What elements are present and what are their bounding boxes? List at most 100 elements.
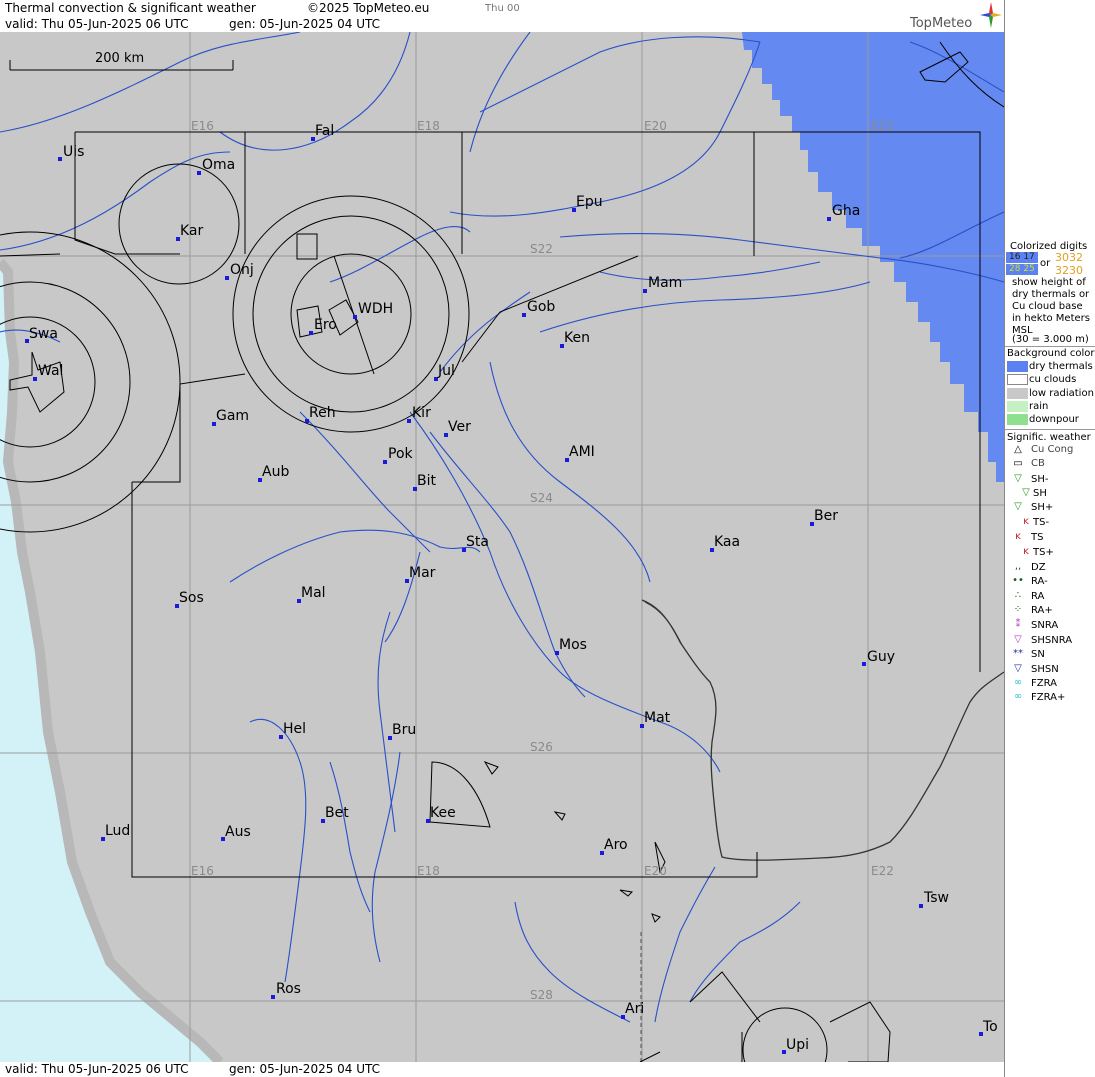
shower-icon: ▽: [1022, 487, 1030, 498]
legend-wx-ra-heavy: RA+: [1031, 605, 1053, 616]
legend-wx-ra-light: RA-: [1031, 576, 1048, 587]
dry-sample-b: 28 25: [1006, 264, 1038, 275]
legend-desc-2: dry thermals or: [1012, 289, 1090, 300]
thunderstorm-icon: ĸ: [1015, 531, 1021, 542]
legend-weather-title: Signific. weather: [1007, 432, 1091, 443]
legend-wx-snra: SNRA: [1031, 620, 1059, 631]
legend-wx-ts-heavy: TS+: [1033, 547, 1054, 558]
weather-map[interactable]: 200 km E16 E18 E20 E22 S22 S24 S26 S28 E…: [0, 32, 1004, 1062]
swatch-dry-thermals: [1007, 361, 1028, 372]
cu-sample-b: 3230: [1055, 264, 1083, 277]
place-label-tsw: Tsw: [924, 890, 949, 906]
place-dot: [919, 904, 923, 908]
place-label-guy: Guy: [867, 649, 896, 665]
grid-label-e18-top: E18: [417, 119, 440, 133]
legend-wx-shsn: SHSN: [1031, 664, 1059, 675]
snow-rain-shower-icon: ▽: [1014, 634, 1022, 645]
place-label-oma: Oma: [202, 157, 236, 173]
place-label-gha: Gha: [832, 203, 861, 219]
grid-label-e20-top: E20: [644, 119, 667, 133]
shower-light-icon: ▽: [1014, 473, 1022, 484]
legend-wx-shsnra: SHSNRA: [1031, 635, 1073, 646]
place-dot: [643, 289, 647, 293]
place-label-epu: Epu: [576, 194, 603, 210]
legend-bg-downpour: downpour: [1029, 414, 1079, 425]
grid-label-s28: S28: [530, 988, 553, 1002]
place-label-kaa: Kaa: [714, 534, 741, 550]
legend-wx-cb: CB: [1031, 458, 1045, 469]
place-label-wal: Wal: [38, 363, 64, 379]
legend-background-title: Background color: [1007, 348, 1095, 359]
place-label-kar: Kar: [180, 223, 204, 239]
cb-icon: ▭: [1013, 458, 1023, 469]
place-dot: [225, 276, 229, 280]
place-label-mal: Mal: [301, 585, 326, 601]
place-label-hel: Hel: [283, 721, 307, 737]
rain-light-icon: ••: [1012, 575, 1024, 586]
legend-desc-6: (30 = 3.000 m): [1012, 334, 1089, 345]
swatch-cu-clouds: [1007, 374, 1028, 385]
place-label-ken: Ken: [564, 330, 590, 346]
place-dot: [33, 377, 37, 381]
place-dot: [522, 313, 526, 317]
snow-icon: **: [1013, 648, 1023, 659]
rain-icon: ∴: [1014, 590, 1022, 601]
legend-wx-sh: SH: [1033, 488, 1047, 499]
place-label-aro: Aro: [604, 837, 628, 853]
place-label-lud: Lud: [105, 823, 131, 839]
place-label-ari: Ari: [625, 1001, 645, 1017]
place-label-fal: Fal: [315, 123, 335, 139]
place-dot: [827, 217, 831, 221]
footer-generated-time: gen: 05-Jun-2025 04 UTC: [229, 1062, 381, 1076]
place-label-kir: Kir: [412, 405, 431, 421]
place-dot: [271, 995, 275, 999]
drizzle-icon: ,,: [1014, 561, 1022, 572]
grid-label-s26: S26: [530, 740, 553, 754]
place-label-bit: Bit: [417, 473, 436, 489]
time-tab[interactable]: Thu 00: [485, 3, 520, 14]
place-dot: [383, 460, 387, 464]
place-label-swa: Swa: [29, 326, 58, 342]
place-label-mat: Mat: [644, 710, 671, 726]
copyright: ©2025 TopMeteo.eu: [307, 1, 430, 15]
dry-sample-a: 16 17: [1006, 252, 1038, 263]
place-dot: [407, 419, 411, 423]
place-label-ber: Ber: [814, 508, 838, 524]
place-label-mam: Mam: [648, 275, 683, 291]
legend-desc-3: Cu cloud base: [1012, 301, 1083, 312]
cu-cong-icon: △: [1014, 444, 1022, 455]
place-label-gob: Gob: [527, 299, 556, 315]
topmeteo-compass-icon: [980, 2, 1002, 28]
place-label-uis: Uis: [63, 144, 85, 160]
footer-bar: valid: Thu 05-Jun-2025 06 UTC gen: 05-Ju…: [0, 1062, 1004, 1077]
legend-wx-dz: DZ: [1031, 562, 1046, 573]
grid-label-s22: S22: [530, 242, 553, 256]
swatch-downpour: [1007, 414, 1028, 425]
legend-wx-cu-cong: Cu Cong: [1031, 444, 1074, 455]
thunderstorm-heavy-icon: ĸ: [1023, 546, 1029, 557]
grid-label-e18-bottom: E18: [417, 864, 440, 878]
grid-label-s24: S24: [530, 491, 553, 505]
place-label-onj: Onj: [230, 262, 254, 278]
place-label-mar: Mar: [409, 565, 436, 581]
legend-bg-dry-thermals: dry thermals: [1029, 361, 1093, 372]
place-label-upi: Upi: [786, 1037, 810, 1053]
valid-time: valid: Thu 05-Jun-2025 06 UTC: [5, 17, 189, 31]
rain-heavy-icon: ⁘: [1013, 604, 1023, 615]
header-bar: Thermal convection & significant weather…: [0, 0, 1004, 32]
legend-bg-low-radiation: low radiation: [1029, 388, 1094, 399]
legend-or: or: [1040, 258, 1051, 269]
place-dot: [862, 662, 866, 666]
place-label-jul: Jul: [438, 363, 455, 379]
place-label-pok: Pok: [388, 446, 413, 462]
legend-desc-4: in hekto Meters: [1012, 313, 1090, 324]
legend-wx-ts: TS: [1031, 532, 1044, 543]
place-label-kee: Kee: [430, 805, 456, 821]
place-label-mos: Mos: [559, 637, 587, 653]
legend-wx-sh-heavy: SH+: [1031, 502, 1054, 513]
place-dot: [197, 171, 201, 175]
place-label-bet: Bet: [325, 805, 349, 821]
place-label-ver: Ver: [448, 419, 471, 435]
shower-heavy-icon: ▽: [1014, 501, 1022, 512]
place-label-reh: Reh: [309, 405, 336, 421]
